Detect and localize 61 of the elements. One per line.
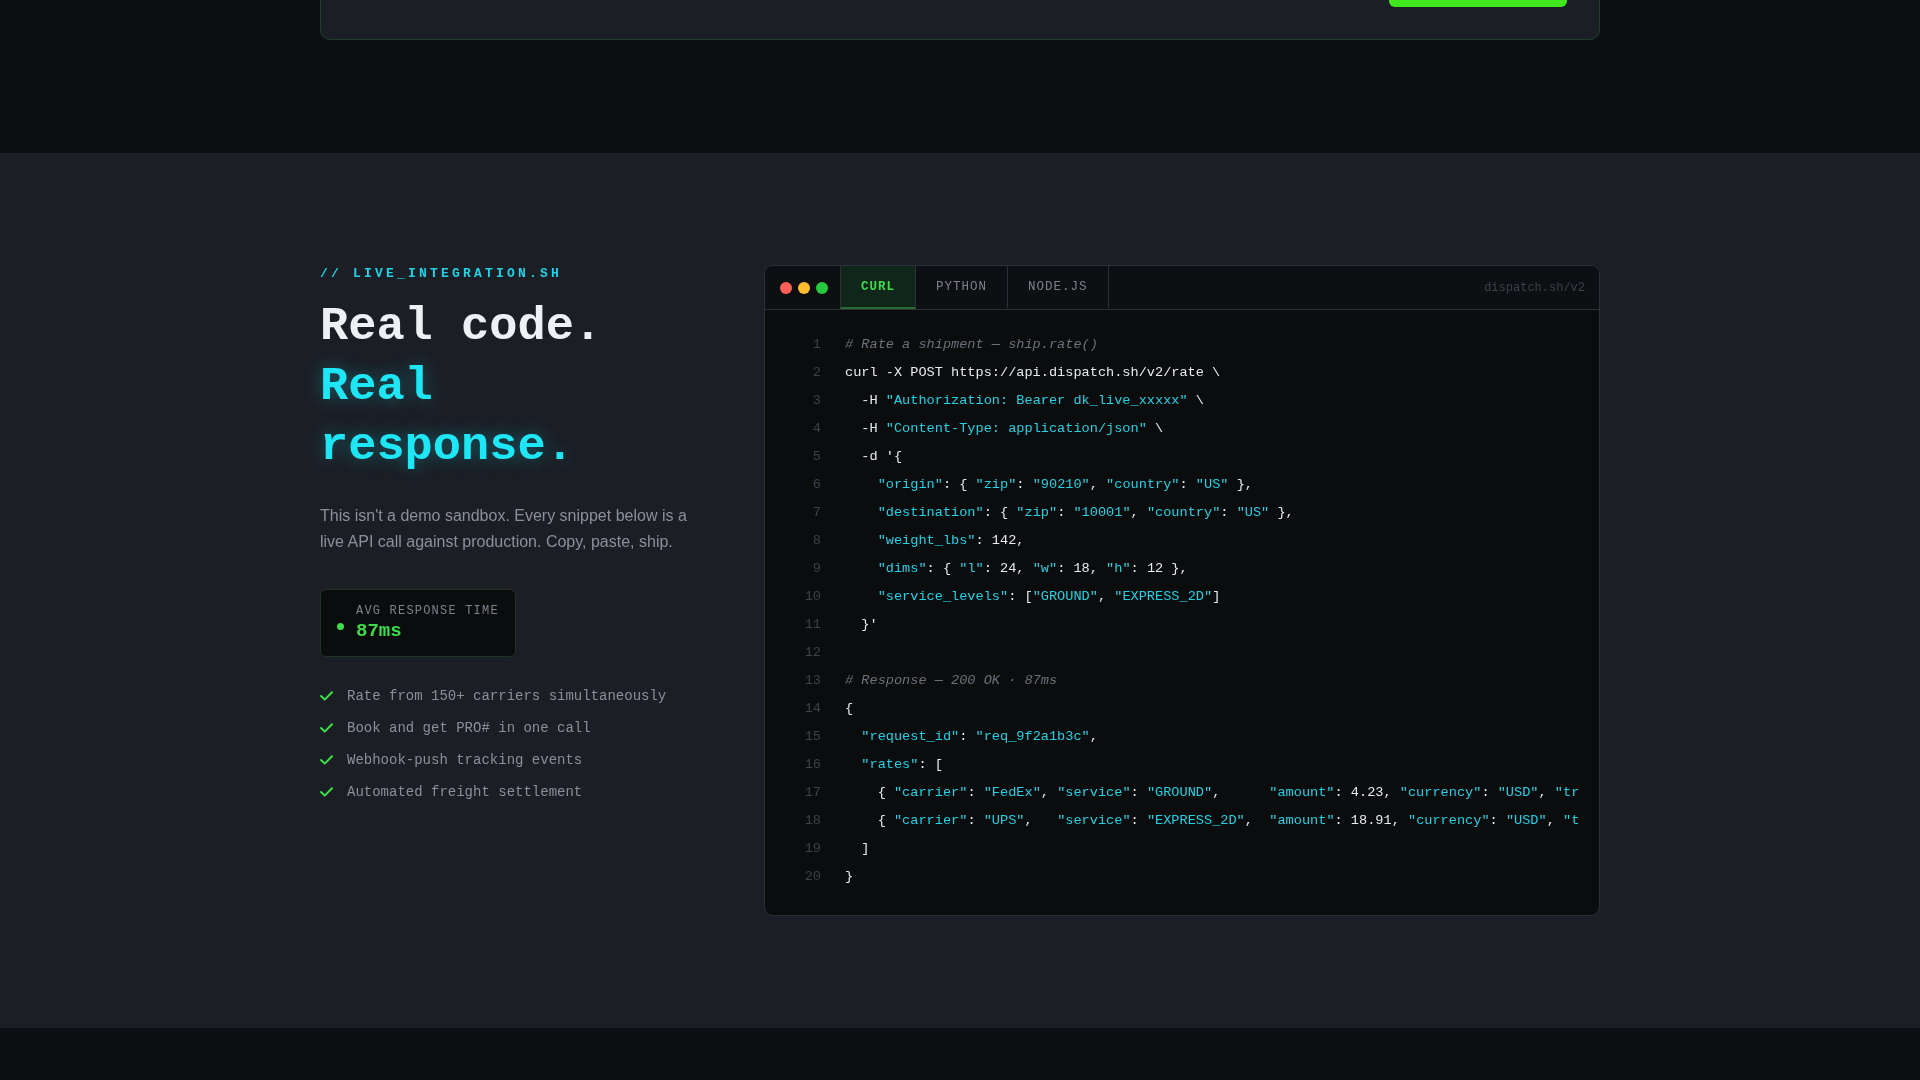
check-icon bbox=[320, 690, 333, 701]
line-number: 20 bbox=[803, 868, 821, 884]
line-number: 8 bbox=[811, 532, 821, 548]
feature-text: Webhook-push tracking events bbox=[347, 751, 583, 768]
line-number: 1 bbox=[811, 336, 821, 352]
line-number: 3 bbox=[811, 392, 821, 408]
close-dot-icon bbox=[780, 281, 792, 294]
language-tab[interactable]: PYTHON bbox=[916, 266, 1009, 309]
maximize-dot-icon bbox=[816, 281, 828, 294]
code-line: ] bbox=[860, 840, 870, 856]
status-dot bbox=[337, 622, 344, 630]
minimize-dot-icon bbox=[798, 281, 810, 294]
line-number: 9 bbox=[811, 560, 821, 576]
line-number: 12 bbox=[803, 644, 821, 660]
feature-text: Automated freight settlement bbox=[347, 783, 583, 800]
line-number: 10 bbox=[803, 588, 821, 604]
code-line: "origin": { "zip": "90210", "country": "US" }, bbox=[876, 476, 1253, 492]
code-line: curl -X POST https://api.dispatch.sh/v2/rate \ bbox=[845, 364, 1221, 380]
code-line: { bbox=[845, 700, 854, 716]
language-tab[interactable]: NODE.JS bbox=[1008, 266, 1109, 309]
check-icon bbox=[320, 722, 333, 733]
code-line: } bbox=[845, 868, 854, 884]
line-number: 2 bbox=[811, 364, 821, 380]
check-icon bbox=[320, 786, 333, 797]
line-number: 19 bbox=[803, 840, 821, 856]
line-number: 17 bbox=[803, 784, 821, 800]
section-eyebrow: // LIVE_INTEGRATION.SH bbox=[320, 265, 564, 283]
line-number: 4 bbox=[811, 420, 821, 436]
code-line: "destination": { "zip": "10001", "country": "US" }, bbox=[876, 504, 1294, 520]
language-tab[interactable]: CURL bbox=[840, 266, 916, 309]
code-line: -d '{ bbox=[860, 448, 903, 464]
code-line: -H "Authorization: Bearer dk_live_xxxxx" \ bbox=[860, 392, 1204, 408]
code-line: "dims": { "l": 24, "w": 18, "h": 12 }, bbox=[876, 560, 1188, 576]
code-line: { "carrier": "FedEx", "service": "GROUND", "amount": 4.23, "currency": "USD", "tr bbox=[876, 784, 1580, 800]
line-number: 15 bbox=[803, 728, 821, 744]
check-icon bbox=[320, 754, 333, 765]
heading: Real code. bbox=[320, 299, 604, 355]
code-line: "weight_lbs": 142, bbox=[876, 532, 1025, 548]
code-line: "request_id": "req_9f2a1b3c", bbox=[860, 728, 1098, 744]
line-number: 13 bbox=[803, 672, 821, 688]
stat-value: 87ms bbox=[356, 619, 403, 643]
code-line: }' bbox=[860, 616, 878, 632]
description: This isn't a demo sandbox. Every snippet below is a live API call against production. Copy, paste, ship. bbox=[320, 506, 688, 552]
line-number: 18 bbox=[803, 812, 821, 828]
code-line: "service_levels": ["GROUND", "EXPRESS_2D"] bbox=[876, 588, 1221, 604]
heading-accent: Real response. bbox=[320, 359, 575, 475]
api-url: dispatch.sh/v2 bbox=[1484, 280, 1586, 295]
feature-text: Book and get PRO# in one call bbox=[347, 719, 591, 736]
line-number: 16 bbox=[803, 756, 821, 772]
line-number: 5 bbox=[811, 448, 821, 464]
line-number: 11 bbox=[803, 616, 821, 632]
line-number: 14 bbox=[803, 700, 821, 716]
code-line: # Rate a shipment — ship.rate() bbox=[845, 336, 1098, 352]
code-line: { "carrier": "UPS", "service": "EXPRESS_2D", "amount": 18.91, "currency": "USD", "t bbox=[876, 812, 1580, 828]
code-line: # Response — 200 OK · 87ms bbox=[845, 672, 1058, 688]
stat-label: AVG RESPONSE TIME bbox=[356, 603, 499, 619]
line-number: 6 bbox=[811, 476, 821, 492]
code-line: -H "Content-Type: application/json" \ bbox=[860, 420, 1164, 436]
code-line: "rates": [ bbox=[860, 756, 943, 772]
feature-text: Rate from 150+ carriers simultaneously bbox=[347, 687, 667, 704]
line-number: 7 bbox=[811, 504, 821, 520]
